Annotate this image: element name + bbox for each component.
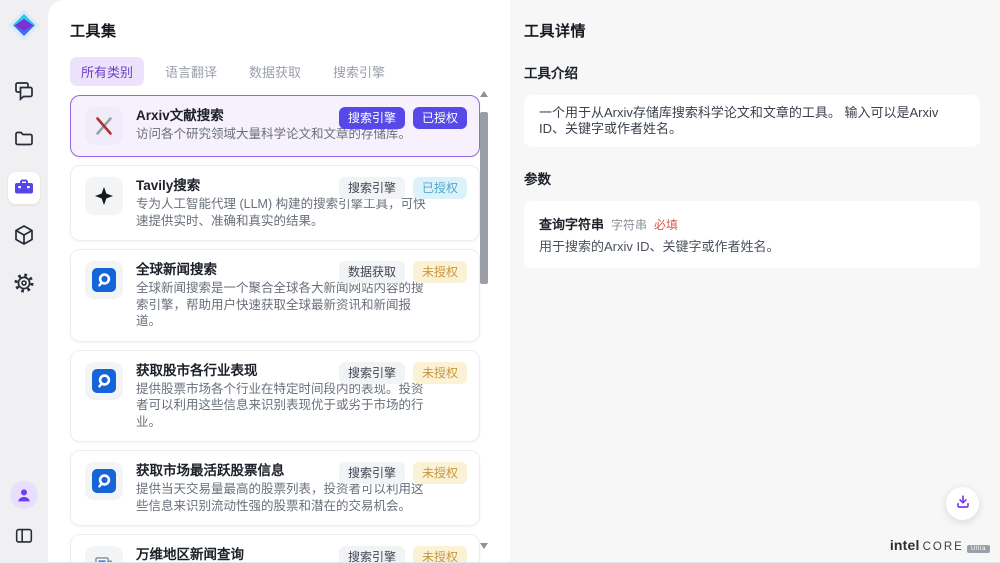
folder-icon [12, 127, 36, 154]
app-window: 工具集 所有类别 语言翻译 数据获取 搜索引擎 A [0, 0, 1000, 563]
q-search-logo-icon [85, 261, 123, 299]
auth-status-badge: 未授权 [413, 362, 467, 384]
detail-title: 工具详情 [524, 20, 980, 41]
scrollbar-thumb[interactable] [480, 112, 488, 284]
scroll-down-arrow[interactable] [480, 542, 488, 550]
auth-status-badge: 已授权 [413, 107, 467, 129]
main-content: 工具集 所有类别 语言翻译 数据获取 搜索引擎 A [48, 0, 1000, 563]
app-sidebar [0, 0, 48, 563]
toolbox-icon [12, 175, 36, 202]
app-logo [7, 8, 41, 42]
tool-card-sector-performance[interactable]: 获取股市各行业表现 提供股票市场各个行业在特定时间段内的表现。投资者可以利用这些… [70, 350, 480, 443]
parameter-type: 字符串 [611, 216, 647, 233]
q-search-logo-icon [85, 362, 123, 400]
tab-search-engine[interactable]: 搜索引擎 [322, 57, 396, 86]
tool-card-description: 提供当天交易量最高的股票列表，投资者可以利用这些信息来识别流动性强的股票和潜在的… [136, 481, 428, 514]
download-button[interactable] [946, 487, 979, 520]
category-badge: 搜索引擎 [339, 362, 405, 384]
tool-card-list: Arxiv文献搜索 访问各个研究领域大量科学论文和文章的存储库。 搜索引擎 已授… [70, 95, 480, 563]
category-badge: 搜索引擎 [339, 462, 405, 484]
newspaper-logo-icon [85, 546, 123, 563]
tool-card-description: 全球新闻搜索是一个聚合全球各大新闻网站内容的搜索引擎，帮助用户快速获取全球最新资… [136, 280, 428, 330]
gear-icon [12, 271, 36, 298]
intro-heading: 工具介绍 [524, 62, 980, 82]
cube-icon [12, 223, 36, 250]
tool-card-regional-news[interactable]: 万维地区新闻查询 查询具体行政区划内的新闻，快速了解各地新闻动 搜索引擎 未授权 [70, 534, 480, 563]
arxiv-logo-icon [85, 107, 123, 145]
tool-card-description: 专为人工智能代理 (LLM) 构建的搜索引擎工具，可快速提供实时、准确和真实的结… [136, 196, 428, 229]
user-avatar-button[interactable] [8, 485, 40, 517]
tab-all-categories[interactable]: 所有类别 [70, 57, 144, 86]
category-badge: 数据获取 [339, 261, 405, 283]
tool-card-arxiv[interactable]: Arxiv文献搜索 访问各个研究领域大量科学论文和文章的存储库。 搜索引擎 已授… [70, 95, 480, 157]
params-heading: 参数 [524, 168, 980, 188]
tool-card-tavily[interactable]: Tavily搜索 专为人工智能代理 (LLM) 构建的搜索引擎工具，可快速提供实… [70, 165, 480, 241]
tool-card-global-news[interactable]: 全球新闻搜索 全球新闻搜索是一个聚合全球各大新闻网站内容的搜索引擎，帮助用户快速… [70, 249, 480, 342]
category-badge: 搜索引擎 [339, 107, 405, 129]
list-scrollbar[interactable] [480, 90, 488, 550]
intel-core-logo: intel CORE Ultra [890, 537, 990, 553]
nav-files-button[interactable] [8, 124, 40, 156]
diamond-logo-icon [7, 8, 41, 42]
panel-toggle-button[interactable] [8, 521, 40, 553]
tool-intro-box: 一个用于从Arxiv存储库搜索科学论文和文章的工具。 输入可以是Arxiv ID… [524, 95, 980, 147]
chat-icon [12, 79, 36, 106]
parameter-box: 查询字符串 字符串 必填 用于搜索的Arxiv ID、关键字或作者姓名。 [524, 201, 980, 268]
category-tabs: 所有类别 语言翻译 数据获取 搜索引擎 [70, 57, 510, 86]
tool-list-pane: 工具集 所有类别 语言翻译 数据获取 搜索引擎 A [48, 0, 510, 562]
tool-detail-pane: 工具详情 工具介绍 一个用于从Arxiv存储库搜索科学论文和文章的工具。 输入可… [510, 0, 1000, 562]
auth-status-badge: 已授权 [413, 177, 467, 199]
auth-status-badge: 未授权 [413, 462, 467, 484]
category-badge: 搜索引擎 [339, 546, 405, 563]
ultra-tier-badge: Ultra [967, 545, 990, 553]
tavily-star-logo-icon [85, 177, 123, 215]
tool-card-description: 提供股票市场各个行业在特定时间段内的表现。投资者可以利用这些信息来识别表现优于或… [136, 381, 428, 431]
nav-tools-button[interactable] [8, 172, 40, 204]
download-icon [953, 492, 973, 515]
tab-data-fetch[interactable]: 数据获取 [238, 57, 312, 86]
intel-brand-text: intel [890, 537, 920, 553]
tool-card-active-stocks[interactable]: 获取市场最活跃股票信息 提供当天交易量最高的股票列表，投资者可以利用这些信息来识… [70, 450, 480, 526]
person-icon [15, 486, 33, 504]
auth-status-badge: 未授权 [413, 546, 467, 563]
tab-language-translation[interactable]: 语言翻译 [154, 57, 228, 86]
scroll-up-arrow[interactable] [480, 90, 488, 98]
auth-status-badge: 未授权 [413, 261, 467, 283]
parameter-required-flag: 必填 [654, 216, 678, 233]
nav-models-button[interactable] [8, 220, 40, 252]
parameter-name: 查询字符串 [539, 214, 604, 233]
layout-panel-icon [13, 525, 35, 550]
nav-chat-button[interactable] [8, 76, 40, 108]
avatar [10, 481, 38, 509]
page-title: 工具集 [70, 20, 510, 41]
core-series-text: CORE [923, 541, 964, 553]
nav-settings-button[interactable] [8, 268, 40, 300]
q-search-logo-icon [85, 462, 123, 500]
category-badge: 搜索引擎 [339, 177, 405, 199]
parameter-description: 用于搜索的Arxiv ID、关键字或作者姓名。 [539, 239, 965, 255]
